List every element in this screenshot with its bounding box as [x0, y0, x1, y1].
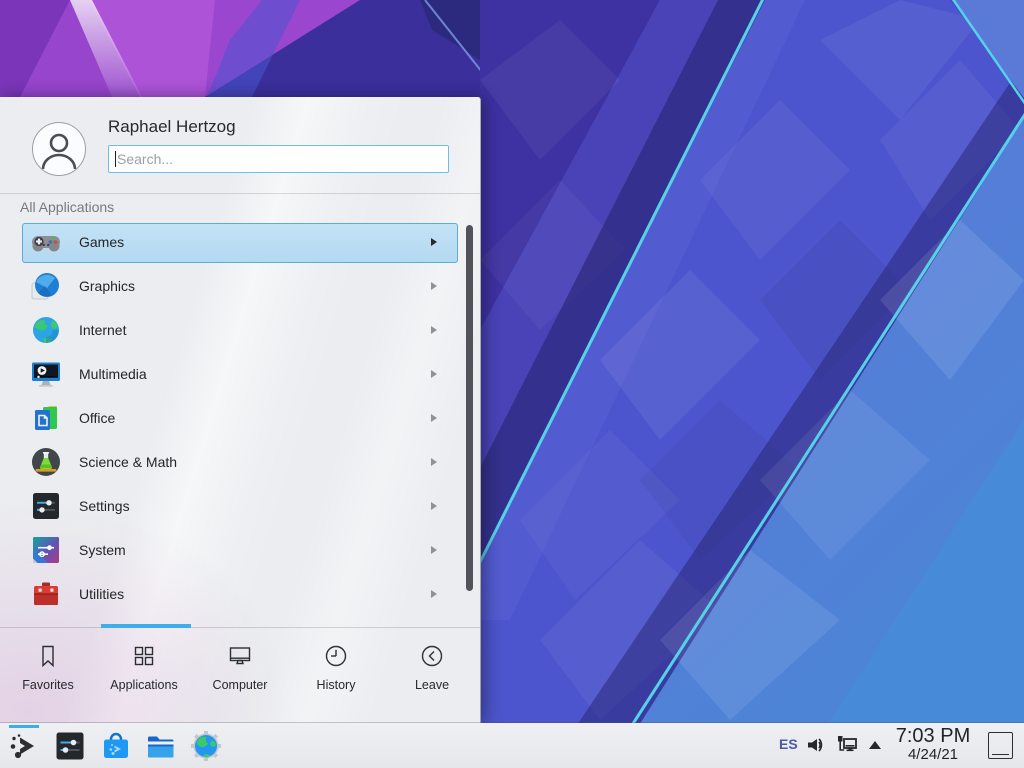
tab-label: History: [317, 678, 356, 692]
network-wired-icon[interactable]: [836, 734, 858, 756]
menu-item-games[interactable]: Games: [22, 223, 458, 263]
gamepad-icon: [30, 226, 62, 258]
menu-item-science-math[interactable]: Science & Math: [22, 443, 458, 483]
menu-item-graphics[interactable]: Graphics: [22, 267, 458, 307]
tab-applications[interactable]: Applications: [96, 628, 192, 723]
list-scrollbar[interactable]: [466, 225, 473, 591]
submenu-arrow-icon: [431, 590, 437, 598]
menu-item-label: Office: [79, 400, 115, 437]
tab-history[interactable]: History: [288, 628, 384, 723]
menu-item-label: Games: [79, 224, 124, 261]
sliders-dark-icon: [30, 490, 62, 522]
submenu-arrow-icon: [431, 502, 437, 510]
menu-item-label: Utilities: [79, 576, 124, 613]
kickoff-icon[interactable]: [8, 730, 40, 762]
menu-item-label: System: [79, 532, 126, 569]
grid-icon: [131, 643, 157, 669]
application-launcher-menu: Raphael Hertzog All Applications: [0, 97, 481, 723]
menu-item-office[interactable]: Office: [22, 399, 458, 439]
clock-icon: [323, 643, 349, 669]
sliders-color-icon: [30, 534, 62, 566]
tab-leave[interactable]: Leave: [384, 628, 480, 723]
tab-label: Leave: [415, 678, 449, 692]
folder-icon[interactable]: [145, 730, 177, 762]
logout-icon: [419, 643, 445, 669]
toolbox-icon: [30, 578, 62, 610]
menu-item-help[interactable]: Help: [22, 619, 458, 627]
settings-sliders-icon[interactable]: [54, 730, 86, 762]
submenu-arrow-icon: [431, 370, 437, 378]
clock-date: 4/24/21: [888, 747, 978, 763]
show-desktop-button[interactable]: [988, 732, 1013, 759]
submenu-arrow-icon: [431, 282, 437, 290]
menu-item-utilities[interactable]: Utilities: [22, 575, 458, 615]
menu-item-label: Graphics: [79, 268, 135, 305]
menu-item-system[interactable]: System: [22, 531, 458, 571]
menu-item-label: Science & Math: [79, 444, 177, 481]
menu-item-internet[interactable]: Internet: [22, 311, 458, 351]
digital-clock[interactable]: 7:03 PM 4/24/21: [888, 725, 978, 763]
user-avatar-icon: [33, 123, 85, 175]
expand-tray-icon[interactable]: [868, 740, 882, 750]
submenu-arrow-icon: [431, 546, 437, 554]
user-avatar[interactable]: [32, 122, 86, 176]
launcher-tabbar: Favorites Applications Computer: [0, 628, 480, 723]
menu-item-multimedia[interactable]: Multimedia: [22, 355, 458, 395]
clock-time: 7:03 PM: [888, 725, 978, 747]
globe-gear-icon[interactable]: [190, 730, 222, 762]
active-task-indicator: [9, 725, 39, 728]
menu-item-label: Settings: [79, 488, 130, 525]
section-label-all-applications: All Applications: [20, 199, 114, 215]
desktop: Raphael Hertzog All Applications: [0, 0, 1024, 768]
globe-icon: [30, 314, 62, 346]
tab-computer[interactable]: Computer: [192, 628, 288, 723]
menu-item-label: Internet: [79, 312, 126, 349]
volume-icon[interactable]: [805, 734, 827, 756]
documents-icon: [30, 402, 62, 434]
flask-icon: [30, 446, 62, 478]
category-list: Games Graphics: [0, 223, 480, 627]
menu-item-label: Multimedia: [79, 356, 147, 393]
tab-label: Applications: [110, 678, 177, 692]
taskbar-panel: ES 7:03 PM 4/24/21: [0, 723, 1024, 768]
submenu-arrow-icon: [431, 458, 437, 466]
search-field-wrap: [108, 145, 449, 173]
text-cursor: [115, 151, 116, 167]
graphics-sphere-icon: [30, 270, 62, 302]
launcher-header: Raphael Hertzog: [0, 97, 480, 194]
media-player-icon: [30, 358, 62, 390]
shopping-bag-icon[interactable]: [100, 730, 132, 762]
menu-item-settings[interactable]: Settings: [22, 487, 458, 527]
tab-label: Favorites: [22, 678, 73, 692]
bookmark-icon: [35, 643, 61, 669]
monitor-icon: [227, 643, 253, 669]
tab-label: Computer: [213, 678, 268, 692]
submenu-arrow-icon: [431, 326, 437, 334]
search-input[interactable]: [108, 145, 449, 173]
submenu-arrow-icon: [431, 414, 437, 422]
submenu-arrow-icon: [431, 238, 437, 246]
user-name: Raphael Hertzog: [108, 117, 236, 137]
tab-favorites[interactable]: Favorites: [0, 628, 96, 723]
keyboard-layout-indicator[interactable]: ES: [779, 736, 798, 752]
